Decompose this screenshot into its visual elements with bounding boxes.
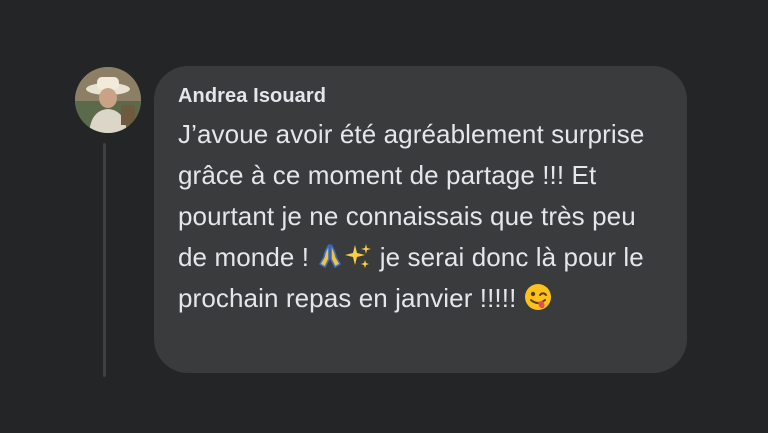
sparkles-icon	[344, 242, 372, 270]
comment-bubble: Andrea Isouard J’avoue avoir été agréabl…	[154, 66, 687, 373]
winking-tongue-face-icon	[524, 283, 552, 311]
comment-text: J’avoue avoir été agréablement surprise …	[178, 114, 667, 319]
folded-hands-icon	[316, 242, 344, 270]
thread-line	[103, 143, 106, 377]
avatar-image	[75, 67, 141, 133]
comment-author[interactable]: Andrea Isouard	[178, 84, 667, 108]
avatar[interactable]	[75, 67, 141, 133]
